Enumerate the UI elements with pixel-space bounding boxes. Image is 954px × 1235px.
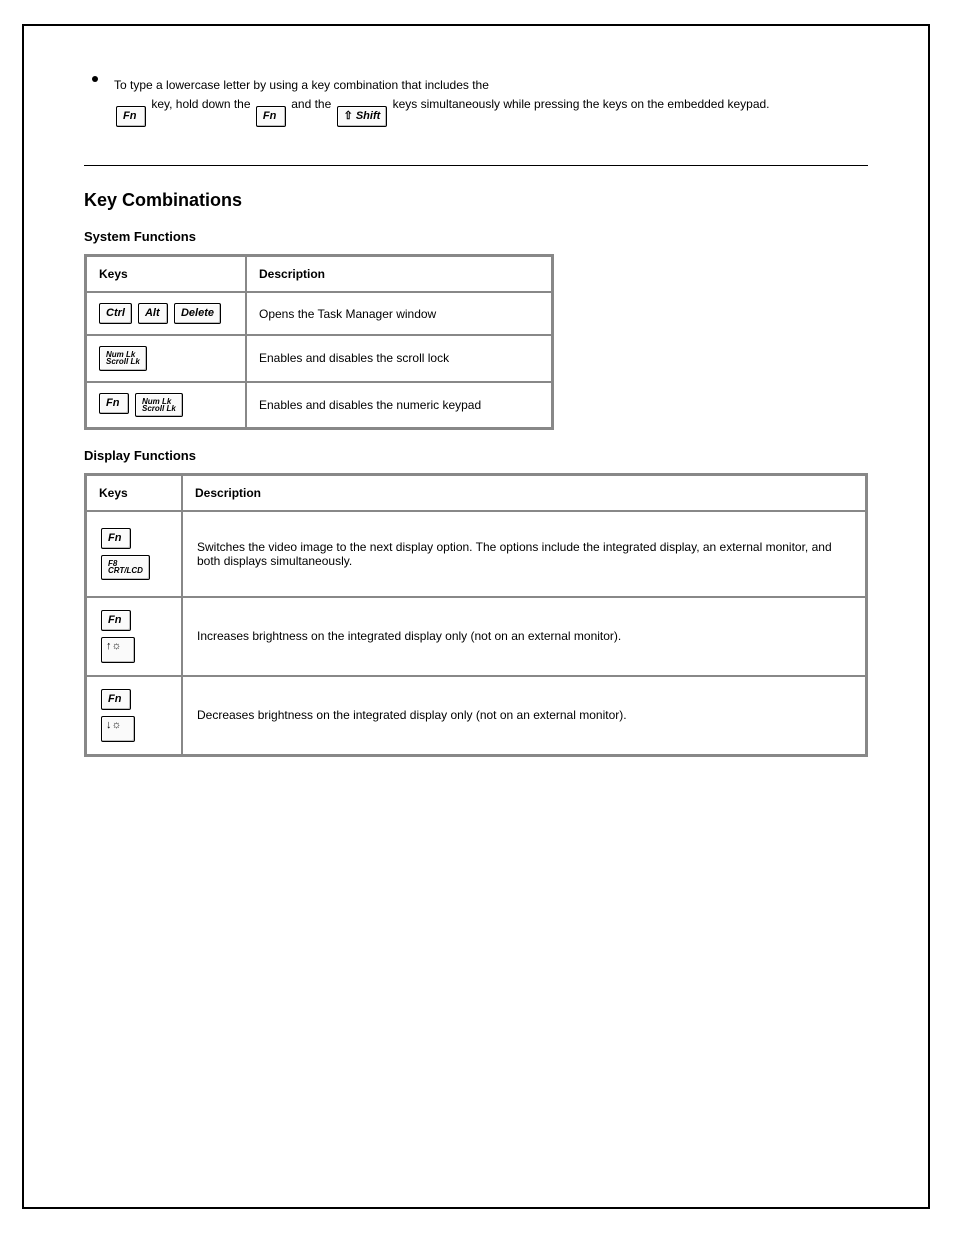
fn-key-icon: Fn	[99, 393, 129, 414]
fn-key-icon: Fn	[101, 528, 131, 549]
bullet-line2-mid: and the	[291, 97, 331, 111]
desc-cell: Enables and disables the scroll lock	[246, 335, 552, 381]
desc-cell: Enables and disables the numeric keypad	[246, 382, 552, 428]
section-divider	[84, 165, 868, 166]
keys-cell: Fn	[86, 597, 182, 676]
table-row: Fn Decreases brightness on the integrate…	[86, 676, 866, 755]
col-header-description: Description	[182, 475, 866, 511]
col-header-keys: Keys	[86, 256, 246, 292]
shift-key-inline: Shift	[337, 106, 388, 127]
alt-key-icon: Alt	[138, 303, 168, 324]
table-header-row: Keys Description	[86, 256, 552, 292]
section-heading-key-combinations: Key Combinations	[84, 190, 868, 211]
fn-key-icon: Fn	[116, 106, 146, 127]
table-row: Ctrl Alt Delete Opens the Task Manager w…	[86, 292, 552, 335]
bullet-dot	[92, 76, 98, 82]
bullet-text: To type a lowercase letter by using a ke…	[114, 76, 868, 127]
bullet-line2-post: keys simultaneously while pressing the k…	[393, 97, 770, 111]
numlk-scrolllk-key-icon: Num Lk Scroll Lk	[99, 346, 147, 370]
table-header-row: Keys Description	[86, 475, 866, 511]
numlk-scrolllk-key-icon: Num Lk Scroll Lk	[135, 393, 183, 417]
keys-cell: Fn	[86, 676, 182, 755]
desc-cell: Switches the video image to the next dis…	[182, 511, 866, 597]
keys-cell: Fn Num Lk Scroll Lk	[86, 382, 246, 428]
delete-key-icon: Delete	[174, 303, 221, 324]
fn-key-inline-1: Fn	[116, 106, 146, 127]
fn-key-icon: Fn	[101, 610, 131, 631]
col-header-keys: Keys	[86, 475, 182, 511]
system-functions-table: Keys Description Ctrl Alt Delete Opens t…	[84, 254, 554, 430]
table-row: Fn Increases brightness on the integrate…	[86, 597, 866, 676]
desc-cell: Opens the Task Manager window	[246, 292, 552, 335]
brightness-down-key-icon	[101, 716, 135, 742]
desc-cell: Decreases brightness on the integrated d…	[182, 676, 866, 755]
subsection-heading-system: System Functions	[84, 229, 868, 244]
keys-cell: Fn F8 CRT/LCD	[86, 511, 182, 597]
bullet-item: To type a lowercase letter by using a ke…	[84, 76, 868, 127]
brightness-up-key-icon	[101, 637, 135, 663]
desc-cell: Increases brightness on the integrated d…	[182, 597, 866, 676]
ctrl-key-icon: Ctrl	[99, 303, 132, 324]
subsection-heading-display: Display Functions	[84, 448, 868, 463]
f8-crtlcd-key-icon: F8 CRT/LCD	[101, 555, 150, 579]
keys-cell: Ctrl Alt Delete	[86, 292, 246, 335]
fn-key-icon: Fn	[101, 689, 131, 710]
keys-cell: Num Lk Scroll Lk	[86, 335, 246, 381]
fn-key-icon: Fn	[256, 106, 286, 127]
col-header-description: Description	[246, 256, 552, 292]
shift-key-icon: Shift	[337, 106, 388, 127]
page-frame: To type a lowercase letter by using a ke…	[22, 24, 930, 1209]
bullet-line1-pre: To type a lowercase letter by using a ke…	[114, 78, 489, 92]
bullet-line2-pre: key, hold down the	[151, 97, 250, 111]
table-row: Num Lk Scroll Lk Enables and disables th…	[86, 335, 552, 381]
fn-key-inline-2: Fn	[256, 106, 286, 127]
table-row: Fn F8 CRT/LCD Switches the video image t…	[86, 511, 866, 597]
display-functions-table: Keys Description Fn F8 CRT/LCD Switches …	[84, 473, 868, 757]
table-row: Fn Num Lk Scroll Lk Enables and disables…	[86, 382, 552, 428]
